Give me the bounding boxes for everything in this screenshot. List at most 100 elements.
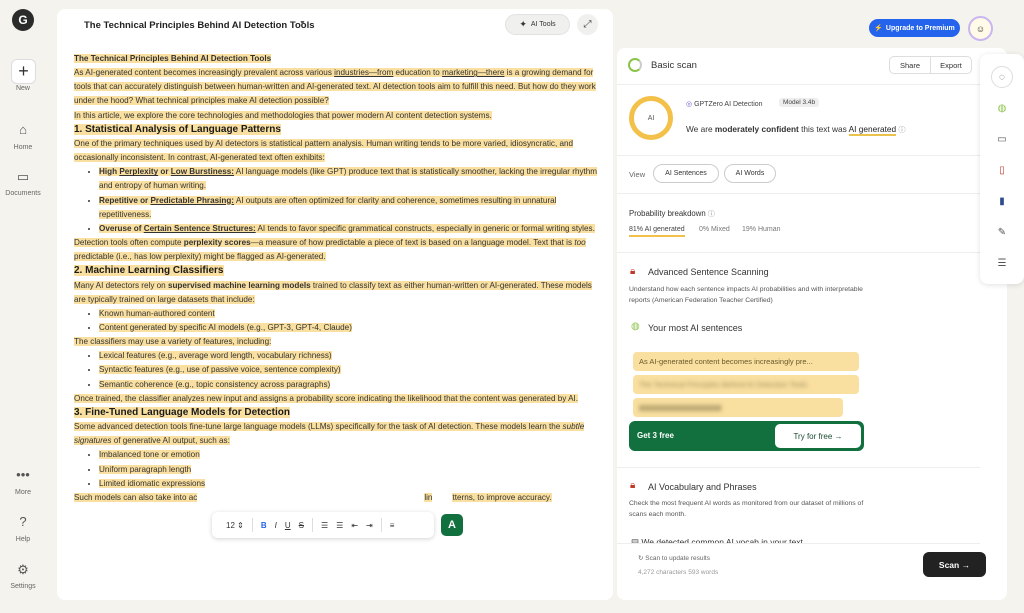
underline-button[interactable]: U [285, 521, 291, 530]
share-button[interactable]: Share [890, 57, 931, 73]
share-export-group: Share Export [889, 56, 972, 74]
divider [617, 252, 980, 253]
info-icon: ⓘ [898, 127, 906, 134]
section-1-paragraph: One of the primary techniques used by AI… [74, 138, 574, 163]
most-ai-sentences-title: Your most AI sentences [648, 323, 743, 333]
folder-icon[interactable]: ▭ [0, 169, 46, 185]
upgrade-premium-button[interactable]: ⚡ Upgrade to Premium [869, 19, 960, 37]
divider [617, 155, 980, 156]
report-icon[interactable]: ▯ [991, 159, 1013, 181]
divider [617, 467, 980, 468]
rescan-hint: ↻ Scan to update results [638, 555, 710, 562]
section-3-paragraph: Some advanced detection tools fine-tune … [74, 422, 585, 446]
ai-sentence-item-blurred: The Technical Principles Behind AI Detec… [633, 375, 859, 394]
verdict-text: We are moderately confident this text wa… [686, 124, 906, 136]
section-heading-3: 3. Fine-Tuned Language Models for Detect… [74, 406, 290, 418]
documents-label[interactable]: Documents [0, 190, 46, 197]
advanced-scanning-title: Advanced Sentence Scanning [648, 267, 769, 277]
expand-icon[interactable]: ⤢ [577, 14, 598, 35]
ai-sentence-item-blurred: ▮▮▮▮▮▮▮▮▮▮▮▮▮▮▮▮▮▮▮▮ [633, 398, 843, 417]
doc-heading: The Technical Principles Behind AI Detec… [74, 54, 272, 63]
scan-title: Basic scan [651, 60, 697, 71]
ai-words-toggle[interactable]: AI Words [724, 164, 776, 183]
plagiarism-icon[interactable]: ◍ [991, 97, 1013, 119]
app-logo[interactable]: G [12, 9, 34, 31]
vocabulary-description: Check the most frequent AI words as moni… [629, 500, 864, 518]
numbered-list-icon[interactable]: ☰ [321, 521, 328, 530]
align-left-icon[interactable]: ≡ [390, 521, 395, 530]
avatar[interactable]: ☺ [968, 16, 993, 41]
italic-button[interactable]: I [275, 521, 277, 530]
writing-assistant-button[interactable]: A [441, 514, 463, 536]
text-counts: 4,272 characters 593 words [638, 569, 719, 576]
target-icon: ◍ [631, 321, 640, 332]
indent-icon[interactable]: ⇥ [366, 521, 373, 530]
list-item: Semantic coherence (e.g., topic consiste… [99, 378, 602, 392]
section-heading-1: 1. Statistical Analysis of Language Patt… [74, 123, 281, 135]
section-2-paragraph-3: Once trained, the classifier analyzes ne… [74, 393, 579, 403]
document-icon[interactable]: ▮ [991, 190, 1013, 212]
vocabulary-title: AI Vocabulary and Phrases [648, 482, 757, 492]
advanced-scanning-description: Understand how each sentence impacts AI … [629, 286, 863, 304]
bullet-list-icon[interactable]: ☰ [336, 521, 343, 530]
more-icon[interactable]: ••• [0, 467, 46, 482]
refresh-icon: ↻ [638, 555, 644, 562]
settings-label[interactable]: Settings [0, 583, 46, 590]
chevron-down-icon[interactable]: ▼ [299, 20, 306, 27]
probability-mixed: 0% Mixed [699, 226, 730, 233]
bold-button[interactable]: B [261, 521, 267, 530]
section-3-paragraph-2: Such models can also take into ac lin tter… [74, 492, 552, 502]
list-item: Content generated by specific AI models … [99, 321, 602, 335]
probability-human: 19% Human [742, 226, 781, 233]
lock-icon: 🔒︎ [630, 266, 636, 277]
list-icon[interactable]: ☰ [991, 252, 1013, 274]
section-2-paragraph: Many AI detectors rely on supervised mac… [74, 280, 592, 304]
scan-status-icon [628, 58, 642, 72]
bolt-icon: ⚡ [874, 25, 883, 32]
scan-button[interactable]: Scan → [923, 552, 986, 577]
export-button[interactable]: Export [931, 57, 971, 73]
edit-icon[interactable]: ✎ [991, 221, 1013, 243]
list-item: Syntactic features (e.g., use of passive… [99, 363, 602, 377]
divider [617, 193, 980, 194]
document-body[interactable]: The Technical Principles Behind AI Detec… [74, 52, 602, 505]
document-title-dropdown[interactable]: The Technical Principles Behind AI Detec… [84, 20, 315, 31]
home-label[interactable]: Home [0, 144, 46, 151]
upgrade-label: Upgrade to Premium [885, 24, 955, 32]
probability-title: Probability breakdown ⓘ [629, 209, 715, 218]
model-badge: Model 3.4b [779, 98, 820, 107]
section-heading-2: 2. Machine Learning Classifiers [74, 265, 224, 277]
info-icon: ⓘ [707, 211, 715, 218]
ai-tools-label: AI Tools [530, 21, 556, 28]
home-icon[interactable]: ⌂ [0, 122, 46, 137]
view-label: View [629, 170, 646, 179]
section-2-features-list: Lexical features (e.g., average word len… [74, 349, 602, 391]
list-item: Overuse of Certain Sentence Structures: … [99, 222, 602, 236]
more-label[interactable]: More [0, 489, 46, 496]
new-document-button[interactable]: + [11, 59, 36, 84]
list-item: Repetitive or Predictable Phrasing: AI o… [99, 194, 602, 222]
settings-icon[interactable]: ⚙ [0, 562, 46, 578]
intro-paragraph-2: In this article, we explore the core tec… [74, 110, 492, 120]
try-for-free-button[interactable]: Try for free → [775, 424, 861, 448]
left-rail: G + New ⌂ Home ▭ Documents ••• More ? He… [0, 0, 46, 613]
help-label[interactable]: Help [0, 536, 46, 543]
list-item: Limited idiomatic expressions [99, 477, 602, 491]
get-free-label: Get 3 free [637, 431, 674, 440]
lock-icon: 🔒︎ [630, 480, 636, 491]
ai-score-ring: AI [629, 96, 673, 140]
strikethrough-button[interactable]: S [299, 521, 304, 530]
probability-ai: 81% AI generated [629, 226, 685, 237]
help-icon[interactable]: ? [0, 514, 46, 529]
sources-icon[interactable]: ▭ [991, 128, 1013, 150]
ai-sentence-item[interactable]: As AI-generated content becomes increasi… [633, 352, 859, 371]
format-toolbar: 12 ⇕ B I U S ☰ ☰ ⇤ ⇥ ≡ [212, 512, 434, 538]
divider [617, 84, 980, 85]
ai-tools-button[interactable]: ✦ AI Tools [505, 14, 570, 35]
scan-tool-icon[interactable]: ◌ [991, 66, 1013, 88]
plus-icon: + [18, 61, 29, 81]
font-size-select[interactable]: 12 ⇕ [226, 521, 244, 530]
section-2-list: Known human-authored content Content gen… [74, 307, 602, 335]
ai-sentences-toggle[interactable]: AI Sentences [653, 164, 719, 183]
outdent-icon[interactable]: ⇤ [351, 521, 358, 530]
